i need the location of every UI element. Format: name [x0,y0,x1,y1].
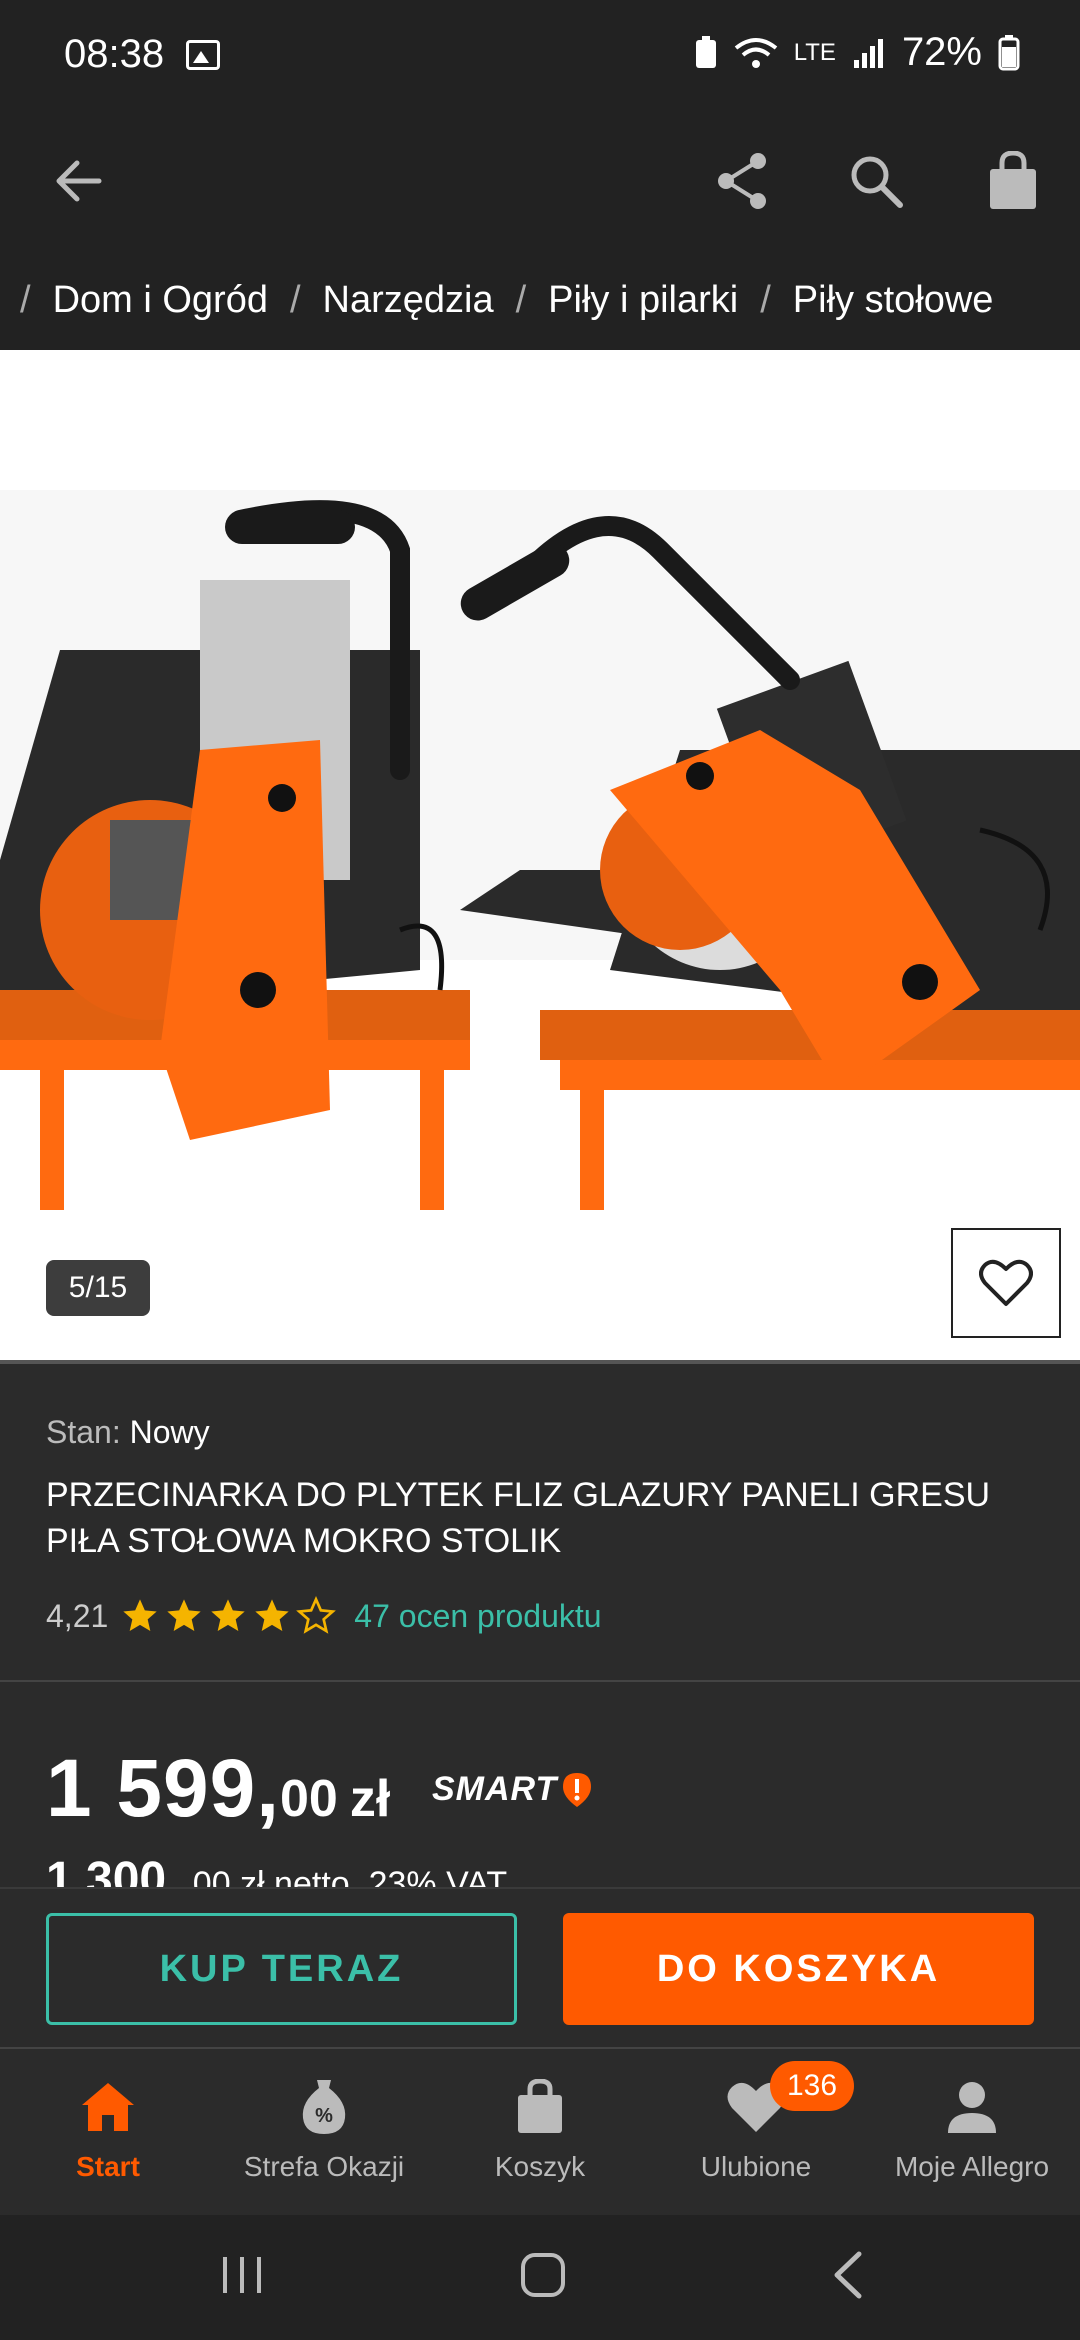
net-price-integer: 1 300, [46,1853,180,1887]
home-icon [78,2077,138,2137]
status-bar: 08:38 LTE 72% [0,0,1080,110]
product-image[interactable] [0,350,1080,1210]
status-time: 08:38 [64,32,165,76]
smart-badge[interactable]: SMART [432,1770,593,1809]
breadcrumb-item-tools[interactable]: Narzędzia [323,279,494,322]
star-empty-icon [296,1596,337,1634]
price-decimal: 00 [279,1770,338,1828]
condition-label: Stan: [46,1414,121,1450]
nav-label-account: Moje Allegro [894,2151,1050,2182]
breadcrumb-item-home-garden[interactable]: Dom i Ogród [53,279,268,322]
back-button[interactable] [34,136,124,226]
recent-apps-icon [223,2257,261,2293]
star-full-icon [123,1599,157,1631]
breadcrumb-separator: / [760,278,771,321]
nav-label-start: Start [76,2151,140,2182]
breadcrumb-item-saws[interactable]: Piły i pilarki [548,279,738,322]
rating-stars [120,1596,337,1636]
net-price-rest: 00 zł netto, 23% VAT [192,1865,508,1887]
share-button[interactable] [697,136,787,226]
smart-exclamation-icon [563,1772,592,1807]
shopping-bag-icon [510,2077,570,2137]
price: 1 599, 00 zł [46,1742,390,1836]
share-icon [718,153,766,209]
nav-item-deals[interactable]: % Strefa Okazji [216,2049,432,2217]
heart-outline-icon [979,1259,1033,1306]
system-navigation [0,2215,1080,2340]
recent-apps-button[interactable] [202,2245,282,2305]
condition-value: Nowy [129,1414,210,1450]
condition: Stan: Nowy [46,1414,210,1451]
home-button[interactable] [503,2245,583,2305]
price-currency: zł [349,1770,391,1828]
chevron-left-icon [834,2251,862,2299]
net-price: 1 300, 00 zł netto, 23% VAT [46,1852,507,1887]
app-bar [0,110,1080,250]
rating-row[interactable]: 4,21 47 ocen produktu [46,1596,602,1636]
gallery-counter: 5/15 [46,1260,150,1316]
action-bar: KUP TERAZ DO KOSZYKA [0,1887,1080,2047]
add-to-favorites-button[interactable] [951,1228,1061,1338]
cart-button[interactable] [968,136,1058,226]
shopping-bag-icon [990,151,1036,209]
nav-item-account[interactable]: Moje Allegro [864,2049,1080,2217]
nav-label-deals: Strefa Okazji [243,2151,405,2182]
nav-label-cart: Koszyk [494,2151,586,2182]
nav-item-favorites[interactable]: 136 Ulubione [648,2049,864,2217]
user-icon [942,2077,1002,2137]
battery-saver-icon [695,35,716,68]
add-to-cart-button[interactable]: DO KOSZYKA [563,1913,1034,2025]
search-icon [851,156,903,208]
breadcrumb-separator: / [289,278,301,321]
breadcrumb-separator: / [20,278,31,321]
nav-item-start[interactable]: Start [0,2049,216,2217]
star-full-icon [167,1599,201,1631]
product-info: Stan: Nowy PRZECINARKA DO PLYTEK FLIZ GL… [0,1364,1080,1682]
price-integer: 1 599, [46,1743,280,1834]
product-gallery[interactable]: 5/15 [0,350,1080,1362]
wifi-icon [734,37,777,68]
system-back-button[interactable] [807,2245,887,2305]
price-block: 1 599, 00 zł SMART 1 300, 00 zł netto, 2… [0,1682,1080,1887]
arrow-left-icon [56,160,102,202]
breadcrumb: / Dom i Ogród / Narzędzia / Piły i pilar… [0,250,1080,350]
nav-label-favorites: Ulubione [700,2151,812,2182]
signal-icon [853,38,883,68]
product-title: PRZECINARKA DO PLYTEK FLIZ GLAZURY PANEL… [46,1476,991,1560]
rating-value: 4,21 [46,1597,109,1634]
svg-text:%: % [315,2105,333,2127]
battery-percent: 72% [901,30,982,74]
buy-now-button[interactable]: KUP TERAZ [46,1913,517,2025]
gallery-notification-icon [186,40,220,70]
smart-label: SMART [432,1770,558,1808]
reviews-link[interactable]: 47 ocen produktu [354,1598,601,1635]
search-button[interactable] [831,136,921,226]
nav-item-cart[interactable]: Koszyk [432,2049,648,2217]
star-full-icon [255,1599,289,1631]
star-full-icon [211,1599,245,1631]
home-square-icon [521,2253,565,2297]
discount-bag-icon: % [294,2077,354,2137]
network-type: LTE [793,38,836,66]
breadcrumb-separator: / [515,278,527,321]
favorites-count-badge: 136 [770,2061,854,2111]
battery-icon [998,34,1020,70]
bottom-navigation: Start % Strefa Okazji Koszyk 136 Ulubion… [0,2047,1080,2215]
breadcrumb-item-table-saws[interactable]: Piły stołowe [793,279,994,322]
status-indicators: LTE 72% [694,30,1020,75]
